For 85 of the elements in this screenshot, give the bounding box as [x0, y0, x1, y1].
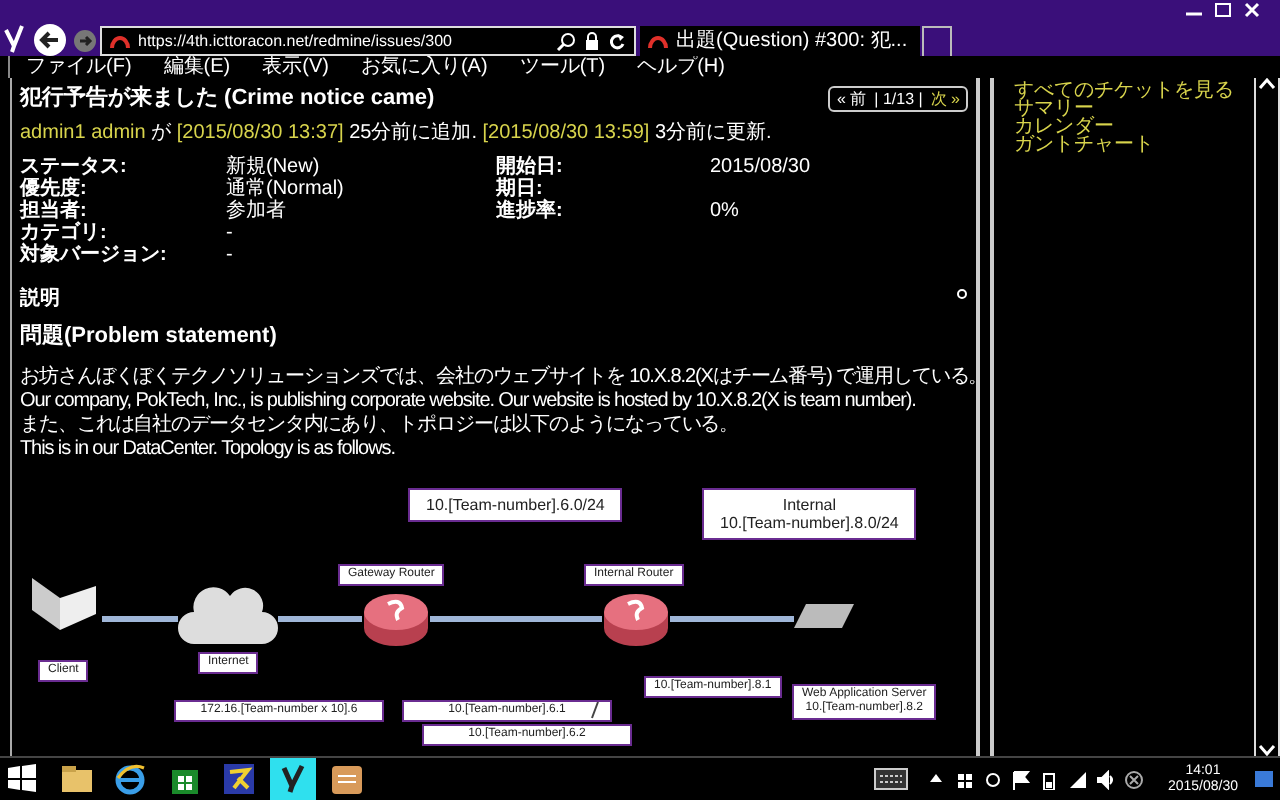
attribute-label: 対象バージョン: — [20, 244, 169, 266]
menu-item[interactable]: 編集(E) — [163, 56, 231, 78]
scrollbar[interactable] — [1254, 78, 1280, 756]
browser-icon — [114, 762, 148, 796]
forward-button[interactable] — [74, 30, 96, 52]
signal-icon[interactable] — [1067, 769, 1088, 789]
close-icon[interactable] — [1244, 2, 1260, 18]
router-icon — [362, 592, 430, 648]
taskbar-button[interactable] — [270, 758, 316, 800]
paragraph: また、これは自社のデータセンタ内にあり、トポロジーは以下のようになっている。 — [20, 414, 739, 438]
attribute-label: 開始日: — [496, 156, 565, 178]
back-button[interactable] — [34, 24, 66, 56]
notification-icon[interactable] — [1254, 770, 1274, 788]
link-line — [278, 616, 362, 622]
windows-icon[interactable] — [955, 769, 976, 789]
diagram-label: Internal 10.[Team-number].8.0/24 — [702, 488, 917, 540]
app-icon — [222, 762, 256, 796]
attribute-value: 通常(Normal) — [226, 178, 346, 200]
link-line — [102, 616, 178, 622]
sidebar-link[interactable]: サマリー — [1014, 100, 1246, 118]
attribute-value: 2015/08/30 — [710, 156, 813, 178]
notepad-icon — [330, 762, 364, 796]
scroll-down-icon[interactable] — [1258, 744, 1276, 756]
byline-link[interactable]: [2015/08/30 13:37] — [176, 122, 344, 144]
byline-text: 25分前に追加. — [347, 122, 479, 144]
tab-title: 出題(Question) #300: 犯... — [676, 27, 908, 56]
folder-icon — [60, 762, 94, 796]
laptop-icon — [28, 574, 100, 634]
windows-icon — [6, 762, 40, 796]
router-icon — [602, 592, 670, 648]
bird-icon[interactable] — [2, 22, 26, 54]
menu-item[interactable]: 表示(V) — [262, 56, 329, 78]
lock-icon — [584, 31, 600, 51]
sidebar-link[interactable]: ガントチャート — [1014, 136, 1246, 154]
attribute-label: 進捗率: — [496, 200, 565, 222]
byline-link[interactable]: [2015/08/30 13:59] — [482, 122, 650, 144]
attribute-label: カテゴリ: — [20, 222, 109, 244]
menu-item[interactable]: お気に入り(A) — [360, 56, 488, 78]
byline-text: 3分前に更新. — [652, 122, 772, 144]
attribute-value: 0% — [710, 200, 741, 222]
new-tab-button[interactable] — [922, 26, 952, 56]
attribute-value: - — [226, 244, 235, 266]
diagram-label: 10.[Team-number].6.0/24 — [408, 488, 623, 522]
sidebar-link[interactable]: すべてのチケットを見る — [1014, 82, 1246, 100]
link-line — [670, 616, 794, 622]
maximize-icon[interactable] — [1214, 2, 1232, 18]
server-icon — [794, 600, 854, 632]
refresh-icon[interactable] — [608, 31, 626, 51]
cloud-icon — [178, 584, 278, 648]
address-text: https://4th.icttoracon.net/redmine/issues/300 — [138, 29, 454, 53]
bird-icon — [276, 762, 310, 796]
byline-text: が — [149, 122, 174, 144]
attribute-label: 期日: — [496, 178, 543, 200]
attribute-value: 新規(New) — [226, 156, 322, 178]
attribute-label: 優先度: — [20, 178, 89, 200]
description-label: 説明 — [20, 288, 60, 310]
scroll-up-icon[interactable] — [1258, 78, 1276, 90]
section-heading: 問題(Problem statement) — [20, 324, 279, 350]
address-bar[interactable]: https://4th.icttoracon.net/redmine/issues/300 — [100, 26, 636, 56]
browser-tab[interactable]: 出題(Question) #300: 犯... — [640, 26, 920, 56]
byline-link[interactable]: admin1 admin — [20, 122, 146, 144]
paragraph: お坊さんぼくぼくテクノソリューションズでは、会社のウェブサイトを 10.X.8.2(Xはチーム番号) で運用している。 — [20, 366, 988, 390]
flag-icon[interactable] — [1011, 769, 1032, 789]
previous-link[interactable]: « 前 — [836, 87, 867, 109]
speaker-icon[interactable] — [1095, 769, 1116, 789]
paragraph: Our company, PokTech, Inc., is publishing corporate website. Our website is hosted by 10.X.8.2(X is team number). — [20, 390, 916, 413]
keyboard-icon[interactable] — [873, 768, 908, 790]
issue-title: 犯行予告が来ました (Crime notice came) — [20, 84, 435, 112]
menu-item[interactable]: ヘルプ(H) — [637, 56, 725, 78]
attribute-value: - — [226, 222, 235, 244]
slash-mark — [590, 702, 600, 720]
attribute-value: 参加者 — [226, 200, 288, 222]
attribute-label: ステータス: — [20, 156, 129, 178]
site-icon — [110, 32, 130, 50]
sidebar-link[interactable]: カレンダー — [1014, 118, 1246, 136]
battery-icon[interactable] — [1039, 769, 1060, 789]
menu-item[interactable]: ツール(T) — [519, 56, 606, 78]
next-link[interactable]: 次 » — [930, 87, 960, 109]
page-position: | 1/13 | — [874, 87, 923, 109]
paragraph: This is in our DataCenter. Topology is as follows. — [20, 438, 395, 462]
status-icon[interactable] — [1123, 769, 1144, 789]
search-icon[interactable] — [556, 31, 576, 51]
attribute-label: 担当者: — [20, 200, 89, 222]
menu-item[interactable]: ファイル(F) — [26, 56, 132, 78]
site-icon — [648, 32, 668, 50]
